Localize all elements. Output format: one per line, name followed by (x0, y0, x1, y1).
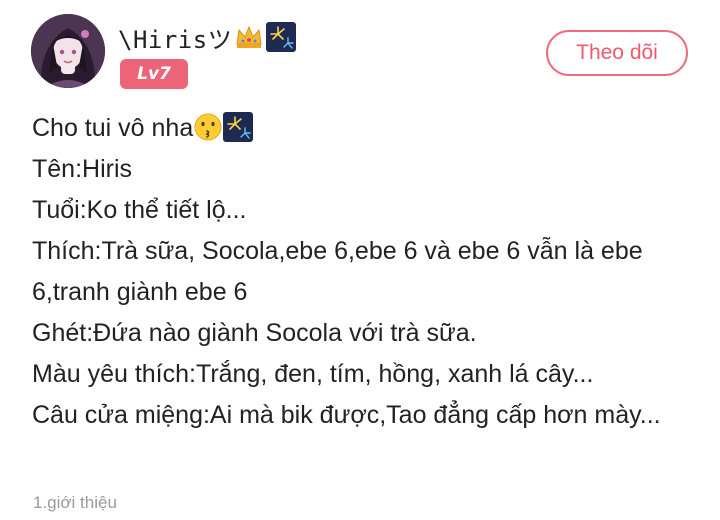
kissing-face-emoji-icon (193, 112, 223, 142)
follow-button[interactable]: Theo dõi (546, 30, 688, 76)
username[interactable]: \Hirisツ (118, 20, 297, 54)
avatar[interactable] (31, 14, 105, 88)
level-badge: Lv7 (120, 59, 188, 89)
post-body: Cho tui vô nha Tên:Hiris Tuổi:Ko thể tiế… (32, 108, 692, 436)
post-line-dislikes: Ghét:Đứa nào giành Socola với trà sữa. (32, 319, 477, 347)
post-line-favorite-colors: Màu yêu thích:Trắng, đen, tím, hồng, xan… (32, 360, 594, 388)
post-line-name: Tên:Hiris (32, 155, 133, 183)
post-line-age: Tuổi:Ko thể tiết lộ... (32, 196, 247, 224)
post-line-likes: Thích:Trà sữa, Socola,ebe 6,ebe 6 và ebe… (32, 237, 643, 306)
crown-emoji-icon (234, 22, 264, 52)
post-line-greeting-text: Cho tui vô nha (32, 114, 194, 142)
profile-header: \Hirisツ Lv7 Theo dõi (0, 0, 720, 100)
username-text: \Hirisツ (118, 25, 233, 54)
post-line-greeting: Cho tui vô nha (32, 108, 692, 149)
category-tag[interactable]: 1.giới thiệu (33, 493, 117, 513)
post-line-catchphrase: Câu cửa miệng:Ai mà bik được,Tao đẳng cấ… (32, 401, 661, 429)
fireworks-emoji-icon (266, 22, 297, 52)
fireworks-emoji-icon (223, 112, 254, 142)
avatar-image (31, 14, 105, 88)
